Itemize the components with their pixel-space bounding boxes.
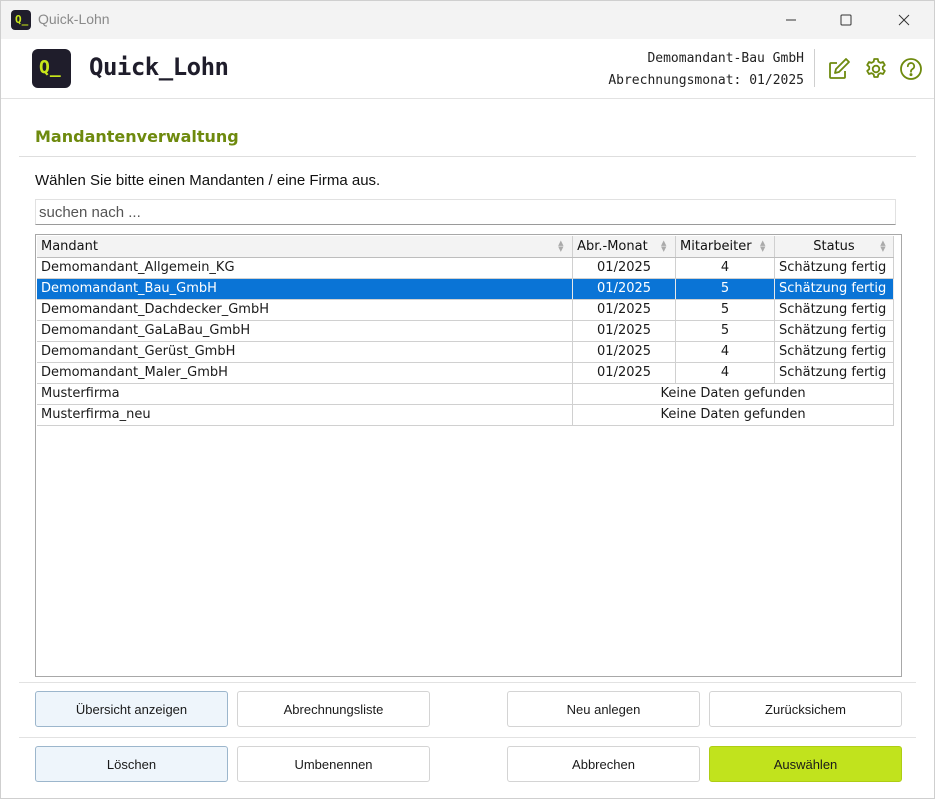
cell-monat: 01/2025 <box>572 320 677 342</box>
cell-mitarbeiter: 5 <box>675 278 775 300</box>
cell-monat: 01/2025 <box>572 362 677 384</box>
cell-mandant: Musterfirma <box>37 383 574 405</box>
table-row-selected[interactable]: Demomandant_Bau_GmbH 01/2025 5 Schätzung… <box>37 278 895 300</box>
sort-icon: ▲ ▼ <box>880 239 886 253</box>
restore-button[interactable]: Zurücksichem <box>709 691 902 727</box>
column-header-status[interactable]: Status ▲ ▼ <box>774 236 895 258</box>
app-header: Q_ Quick_Lohn Demomandant-Bau GmbH Abrec… <box>1 39 934 99</box>
window-title: Quick-Lohn <box>38 11 110 27</box>
delete-button[interactable]: Löschen <box>35 746 228 782</box>
cell-mandant: Demomandant_Allgemein_KG <box>37 257 574 279</box>
cell-mandant: Demomandant_Maler_GmbH <box>37 362 574 384</box>
sort-icon: ▲ ▼ <box>759 239 766 253</box>
edit-icon[interactable] <box>826 56 852 82</box>
cancel-button[interactable]: Abbrechen <box>507 746 700 782</box>
billing-month: Abrechnungsmonat: 01/2025 <box>608 73 804 88</box>
table-row[interactable]: Demomandant_Allgemein_KG 01/2025 4 Schät… <box>37 257 895 279</box>
logo: Q_ <box>32 49 71 88</box>
cell-status: Schätzung fertig <box>774 278 895 300</box>
rename-button[interactable]: Umbenennen <box>237 746 430 782</box>
cell-status: Schätzung fertig <box>774 299 895 321</box>
cell-no-data: Keine Daten gefunden <box>572 383 894 405</box>
cell-mandant: Demomandant_GaLaBau_GmbH <box>37 320 574 342</box>
cell-mandant: Demomandant_Dachdecker_GmbH <box>37 299 574 321</box>
column-header-label: Mandant <box>41 238 98 254</box>
title-divider <box>19 156 916 157</box>
app-icon: Q_ <box>11 10 31 30</box>
table-row[interactable]: Demomandant_GaLaBau_GmbH 01/2025 5 Schät… <box>37 320 895 342</box>
cell-monat: 01/2025 <box>572 257 677 279</box>
table-row[interactable]: Demomandant_Gerüst_GmbH 01/2025 4 Schätz… <box>37 341 895 363</box>
cell-no-data: Keine Daten gefunden <box>572 404 894 426</box>
cell-mandant: Demomandant_Bau_GmbH <box>37 278 574 300</box>
gear-icon[interactable] <box>863 56 889 82</box>
button-divider <box>19 737 916 738</box>
search-input[interactable] <box>35 199 896 225</box>
cell-mandant: Demomandant_Gerüst_GmbH <box>37 341 574 363</box>
table-row[interactable]: Musterfirma_neu Keine Daten gefunden <box>37 404 894 426</box>
maximize-icon <box>840 14 852 26</box>
instruction-text: Wählen Sie bitte einen Mandanten / eine … <box>35 172 381 189</box>
close-icon <box>898 14 910 26</box>
cell-monat: 01/2025 <box>572 341 677 363</box>
mandant-table-grid: Mandant ▲ ▼ Abr.-Monat ▲ ▼ Mitarbeiter ▲ ▼ Sta… <box>37 236 895 426</box>
maximize-button[interactable] <box>823 1 869 39</box>
brand-name: Quick_Lohn <box>89 53 229 81</box>
minimize-icon <box>786 19 796 21</box>
column-header-mitarbeiter[interactable]: Mitarbeiter ▲ ▼ <box>675 236 775 258</box>
cell-mitarbeiter: 4 <box>675 341 775 363</box>
page-title: Mandantenverwaltung <box>35 127 239 146</box>
cell-mitarbeiter: 4 <box>675 362 775 384</box>
cell-status: Schätzung fertig <box>774 362 895 384</box>
mandant-table: Mandant ▲ ▼ Abr.-Monat ▲ ▼ Mitarbeiter ▲ ▼ Sta… <box>35 234 902 677</box>
app-window: Q_ Quick-Lohn Q_ Quick_Lohn Demomandant-… <box>0 0 935 799</box>
table-row[interactable]: Demomandant_Dachdecker_GmbH 01/2025 5 Sc… <box>37 299 895 321</box>
cell-mandant: Musterfirma_neu <box>37 404 574 426</box>
billing-list-button[interactable]: Abrechnungsliste <box>237 691 430 727</box>
header-separator <box>814 49 815 87</box>
sort-icon: ▲ ▼ <box>661 239 667 253</box>
table-row[interactable]: Demomandant_Maler_GmbH 01/2025 4 Schätzu… <box>37 362 895 384</box>
column-header-label: Mitarbeiter <box>680 238 752 254</box>
column-header-label: Abr.-Monat <box>577 238 648 254</box>
button-divider <box>19 682 916 683</box>
cell-mitarbeiter: 4 <box>675 257 775 279</box>
company-name: Demomandant-Bau GmbH <box>647 51 804 66</box>
minimize-button[interactable] <box>768 1 814 39</box>
cell-monat: 01/2025 <box>572 299 677 321</box>
close-button[interactable] <box>881 1 927 39</box>
title-bar: Q_ Quick-Lohn <box>1 1 934 39</box>
table-header-row: Mandant ▲ ▼ Abr.-Monat ▲ ▼ Mitarbeiter ▲ ▼ Sta… <box>37 236 895 258</box>
sort-icon: ▲ ▼ <box>558 239 564 253</box>
cell-status: Schätzung fertig <box>774 320 895 342</box>
column-header-mandant[interactable]: Mandant ▲ ▼ <box>37 236 574 258</box>
new-button[interactable]: Neu anlegen <box>507 691 700 727</box>
cell-mitarbeiter: 5 <box>675 320 775 342</box>
select-button[interactable]: Auswählen <box>709 746 902 782</box>
help-icon[interactable] <box>898 56 924 82</box>
overview-button[interactable]: Übersicht anzeigen <box>35 691 228 727</box>
cell-status: Schätzung fertig <box>774 257 895 279</box>
cell-status: Schätzung fertig <box>774 341 895 363</box>
logo-text: Q_ <box>39 57 61 78</box>
app-icon-text: Q_ <box>15 13 29 26</box>
column-header-abr-monat[interactable]: Abr.-Monat ▲ ▼ <box>572 236 677 258</box>
table-row[interactable]: Musterfirma Keine Daten gefunden <box>37 383 894 405</box>
column-header-label: Status <box>813 238 855 254</box>
cell-mitarbeiter: 5 <box>675 299 775 321</box>
cell-monat: 01/2025 <box>572 278 677 300</box>
